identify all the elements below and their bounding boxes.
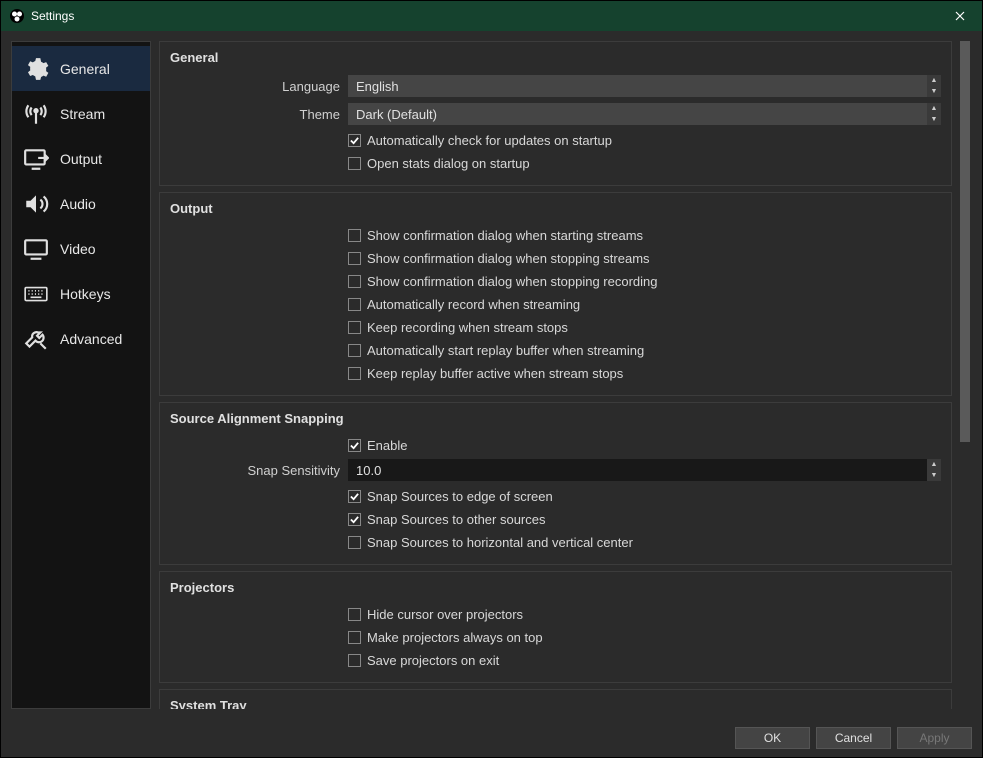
sidebar-item-general[interactable]: General [12, 46, 150, 91]
sidebar-item-stream[interactable]: Stream [12, 91, 150, 136]
always-top-checkbox[interactable]: Make projectors always on top [348, 626, 941, 649]
theme-label: Theme [170, 107, 348, 122]
titlebar: Settings [1, 1, 982, 31]
open-stats-checkbox[interactable]: Open stats dialog on startup [348, 152, 941, 175]
sidebar-item-advanced[interactable]: Advanced [12, 316, 150, 361]
confirm-stop-checkbox[interactable]: Show confirmation dialog when stopping s… [348, 247, 941, 270]
window-title: Settings [31, 9, 74, 23]
spinner-icon: ▲▼ [927, 75, 941, 97]
sidebar-item-label: Audio [60, 196, 96, 212]
language-label: Language [170, 79, 348, 94]
tools-icon [22, 325, 50, 353]
checkbox-icon [348, 513, 361, 526]
antenna-icon [22, 100, 50, 128]
checkbox-icon [348, 229, 361, 242]
window-close-button[interactable] [937, 1, 982, 31]
sidebar-item-label: Output [60, 151, 102, 167]
language-value: English [356, 79, 399, 94]
theme-select[interactable]: Dark (Default) ▲▼ [348, 103, 941, 125]
sidebar-item-audio[interactable]: Audio [12, 181, 150, 226]
group-snapping: Source Alignment Snapping Enable Snap Se… [159, 402, 952, 565]
checkbox-icon [348, 298, 361, 311]
group-output: Output Show confirmation dialog when sta… [159, 192, 952, 396]
checkbox-icon [348, 275, 361, 288]
checkbox-icon [348, 490, 361, 503]
hide-cursor-checkbox[interactable]: Hide cursor over projectors [348, 603, 941, 626]
vertical-scrollbar[interactable] [958, 41, 972, 709]
group-system-tray: System Tray Enable Minimize to system tr… [159, 689, 952, 709]
auto-replay-checkbox[interactable]: Automatically start replay buffer when s… [348, 339, 941, 362]
monitor-icon [22, 235, 50, 263]
snap-sensitivity-input[interactable]: 10.0 ▲▼ [348, 459, 941, 481]
checkbox-icon [348, 321, 361, 334]
sidebar-item-label: Hotkeys [60, 286, 111, 302]
app-icon [9, 8, 25, 24]
sidebar-item-label: Stream [60, 106, 105, 122]
group-title: Output [170, 201, 941, 216]
snap-center-checkbox[interactable]: Snap Sources to horizontal and vertical … [348, 531, 941, 554]
save-exit-checkbox[interactable]: Save projectors on exit [348, 649, 941, 672]
checkbox-icon [348, 608, 361, 621]
sidebar-item-output[interactable]: Output [12, 136, 150, 181]
snap-other-checkbox[interactable]: Snap Sources to other sources [348, 508, 941, 531]
output-icon [22, 145, 50, 173]
snap-edge-checkbox[interactable]: Snap Sources to edge of screen [348, 485, 941, 508]
close-icon [955, 11, 965, 21]
confirm-stop-rec-checkbox[interactable]: Show confirmation dialog when stopping r… [348, 270, 941, 293]
checkbox-icon [348, 631, 361, 644]
sidebar: General Stream Output Audio Video Hotkey… [11, 41, 151, 709]
snap-enable-checkbox[interactable]: Enable [348, 434, 941, 457]
sidebar-item-label: General [60, 61, 110, 77]
settings-content: General Language English ▲▼ Theme [159, 41, 954, 709]
apply-button[interactable]: Apply [897, 727, 972, 749]
snap-sensitivity-value: 10.0 [356, 463, 381, 478]
auto-record-checkbox[interactable]: Automatically record when streaming [348, 293, 941, 316]
gear-icon [22, 55, 50, 83]
speaker-icon [22, 190, 50, 218]
group-title: Source Alignment Snapping [170, 411, 941, 426]
group-general: General Language English ▲▼ Theme [159, 41, 952, 186]
checkbox-icon [348, 344, 361, 357]
sidebar-item-video[interactable]: Video [12, 226, 150, 271]
checkbox-icon [348, 252, 361, 265]
language-select[interactable]: English ▲▼ [348, 75, 941, 97]
group-title: General [170, 50, 941, 65]
checkbox-icon [348, 654, 361, 667]
checkbox-icon [348, 134, 361, 147]
theme-value: Dark (Default) [356, 107, 437, 122]
checkbox-icon [348, 536, 361, 549]
sidebar-item-label: Advanced [60, 331, 122, 347]
spinner-icon: ▲▼ [927, 103, 941, 125]
scrollbar-thumb[interactable] [960, 41, 970, 442]
button-bar: OK Cancel Apply [1, 719, 982, 757]
keyboard-icon [22, 280, 50, 308]
ok-button[interactable]: OK [735, 727, 810, 749]
sidebar-item-hotkeys[interactable]: Hotkeys [12, 271, 150, 316]
group-title: System Tray [170, 698, 941, 709]
auto-update-checkbox[interactable]: Automatically check for updates on start… [348, 129, 941, 152]
spinner-icon: ▲▼ [927, 459, 941, 481]
snap-sensitivity-label: Snap Sensitivity [170, 463, 348, 478]
keep-replay-checkbox[interactable]: Keep replay buffer active when stream st… [348, 362, 941, 385]
confirm-start-checkbox[interactable]: Show confirmation dialog when starting s… [348, 224, 941, 247]
checkbox-icon [348, 439, 361, 452]
checkbox-icon [348, 157, 361, 170]
sidebar-item-label: Video [60, 241, 96, 257]
cancel-button[interactable]: Cancel [816, 727, 891, 749]
checkbox-icon [348, 367, 361, 380]
keep-recording-checkbox[interactable]: Keep recording when stream stops [348, 316, 941, 339]
group-title: Projectors [170, 580, 941, 595]
group-projectors: Projectors Hide cursor over projectors M… [159, 571, 952, 683]
